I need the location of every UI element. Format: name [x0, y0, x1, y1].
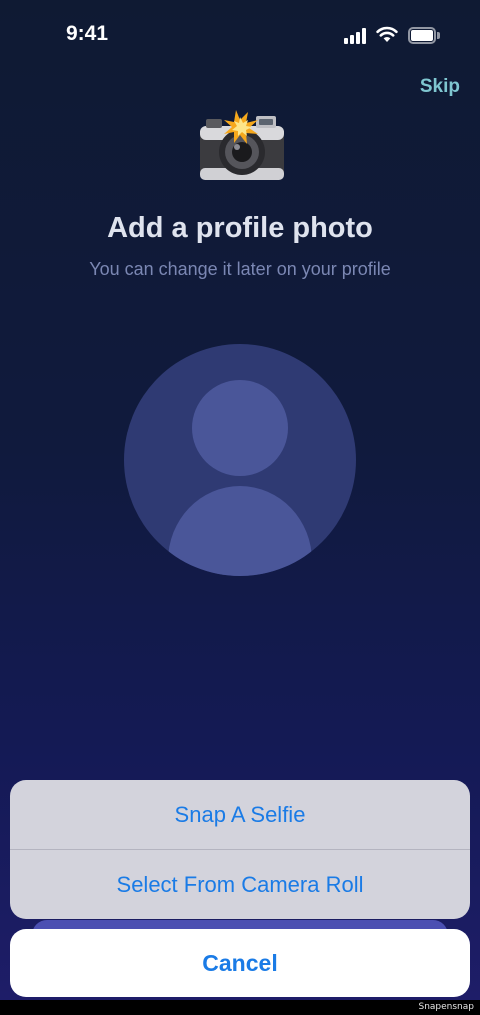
footer-bar: [0, 1000, 480, 1015]
person-placeholder-icon: [192, 380, 288, 476]
skip-button[interactable]: Skip: [420, 76, 460, 98]
page-title: Add a profile photo: [107, 212, 373, 244]
cancel-button[interactable]: Cancel: [10, 929, 470, 997]
snap-selfie-option[interactable]: Snap A Selfie: [10, 780, 470, 849]
status-time: 9:41: [66, 22, 109, 45]
battery-icon: [408, 27, 440, 44]
status-bar: 9:41: [0, 0, 480, 70]
person-shoulders-shape: [168, 486, 312, 576]
profile-photo-placeholder[interactable]: [124, 344, 356, 576]
signal-icon: [344, 28, 368, 44]
page-subtitle: You can change it later on your profile: [89, 259, 391, 279]
action-sheet: Snap A Selfie Select From Camera Roll: [10, 780, 470, 919]
camera-roll-option[interactable]: Select From Camera Roll: [10, 850, 470, 919]
watermark-label: Snapensnap: [418, 1002, 474, 1012]
camera-with-flash-icon: [200, 110, 284, 180]
app-screen: 9:41 Skip Add a profile photo You can ch…: [0, 0, 480, 1000]
wifi-icon: [376, 26, 398, 42]
